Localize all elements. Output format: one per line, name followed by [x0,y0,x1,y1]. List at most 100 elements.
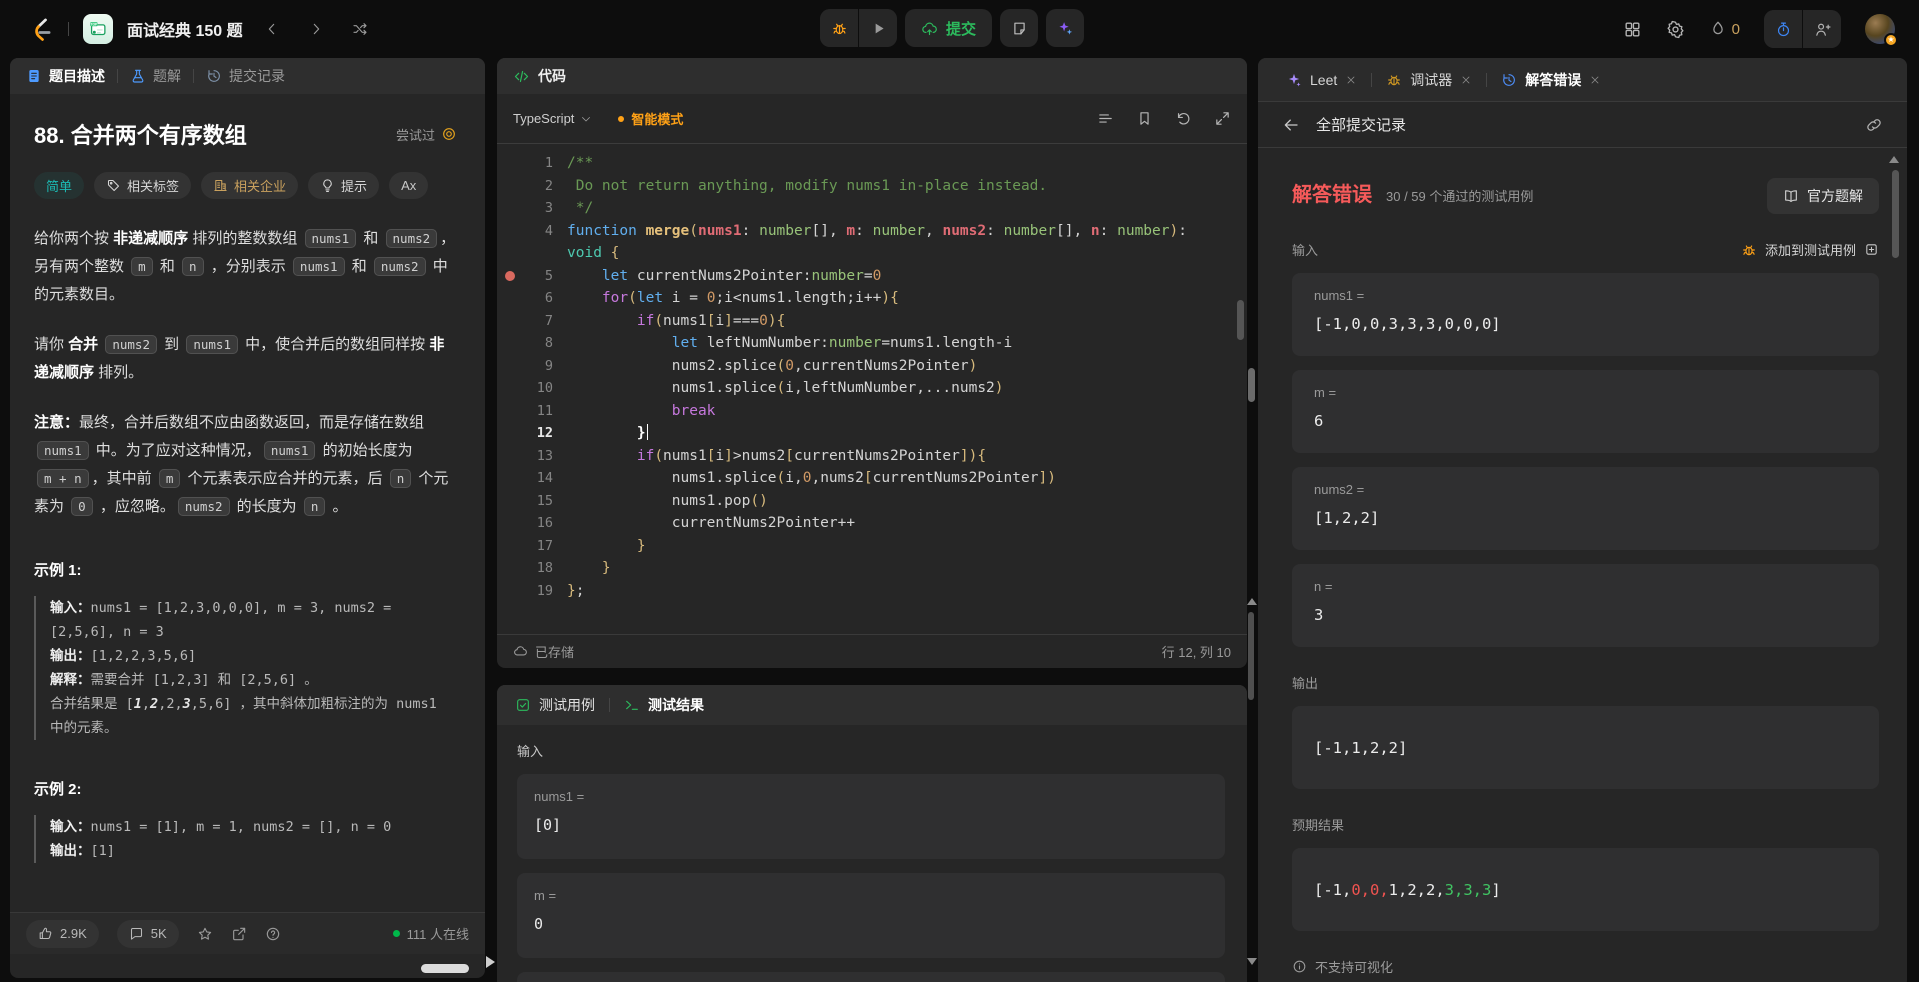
square-plus-icon[interactable] [1864,242,1879,257]
breakpoint-gutter[interactable] [497,220,523,265]
badge-hints[interactable]: 提示 [308,172,379,199]
fullscreen-icon[interactable] [1214,110,1231,127]
tab-solutions[interactable]: 题解 [130,66,181,86]
tab-description[interactable]: 题目描述 [26,66,105,86]
tab-wrong-answer[interactable]: 解答错误 [1501,70,1601,90]
prev-question-button[interactable] [257,14,287,44]
debug-button[interactable] [820,9,858,47]
panel-expand-arrow[interactable] [486,956,495,968]
study-plan-title[interactable]: 面试经典 150 题 [127,17,243,41]
code-line[interactable]: 4function merge(nums1: number[], m: numb… [497,220,1247,265]
close-icon[interactable] [1460,74,1472,86]
avatar[interactable]: ★ [1865,14,1895,44]
breakpoint-gutter[interactable] [497,400,523,423]
close-icon[interactable] [1589,74,1601,86]
help-icon[interactable] [265,926,281,942]
middle-scrollbar-thumb[interactable] [1248,612,1254,700]
breakpoint-gutter[interactable] [497,422,523,445]
breakpoint-gutter[interactable] [497,557,523,580]
input-value[interactable]: 0 [534,915,1208,933]
reset-code-icon[interactable] [1175,110,1192,127]
daily-streak[interactable]: 0 [1709,20,1740,38]
add-to-testcase[interactable]: 添加到测试用例 [1765,240,1856,259]
attempted-badge[interactable]: 尝试过 [396,125,457,144]
breakpoint-gutter[interactable] [497,355,523,378]
code-line[interactable]: 11 break [497,400,1247,423]
code-line[interactable]: 13 if(nums1[i]>nums2[currentNums2Pointer… [497,445,1247,468]
scroll-up-arrow[interactable] [1247,598,1257,605]
code-line[interactable]: 5 let currentNums2Pointer:number=0 [497,265,1247,288]
code-line[interactable]: 15 nums1.pop() [497,490,1247,513]
editor-scrollbar-thumb[interactable] [1237,300,1244,340]
breakpoint-gutter[interactable] [497,310,523,333]
breakpoint-gutter[interactable] [497,175,523,198]
layout-icon[interactable] [1623,20,1642,39]
test-input-card[interactable]: m =0 [517,873,1225,958]
test-input-card[interactable]: nums2 =[1,2,2] [517,972,1225,982]
comments-button[interactable]: 5K [117,920,179,948]
breakpoint-gutter[interactable] [497,377,523,400]
code-line[interactable]: 19}; [497,580,1247,603]
breakpoint-gutter[interactable] [497,490,523,513]
random-question-button[interactable] [345,14,375,44]
tab-debugger[interactable]: 调试器 [1386,70,1472,90]
favorite-star-icon[interactable] [197,926,213,942]
gear-icon[interactable] [1666,20,1685,39]
code-line[interactable]: 12 } [497,422,1247,445]
close-icon[interactable] [1345,74,1357,86]
breakpoint-gutter[interactable] [497,332,523,355]
breakpoint-gutter[interactable] [497,152,523,175]
breakpoint-gutter[interactable] [497,580,523,603]
badge-related-companies[interactable]: 相关企业 [201,172,298,199]
scroll-down-arrow[interactable] [1247,958,1257,965]
code-line[interactable]: 7 if(nums1[i]===0){ [497,310,1247,333]
horizontal-scrollbar-thumb[interactable] [421,964,469,973]
notes-button[interactable] [1000,9,1038,47]
scrollbar-up-arrow[interactable] [1889,156,1899,163]
code-line[interactable]: 16 currentNums2Pointer++ [497,512,1247,535]
breakpoint-gutter[interactable] [497,287,523,310]
code-line[interactable]: 8 let leftNumNumber:number=nums1.length-… [497,332,1247,355]
code-line[interactable]: 14 nums1.splice(i,0,nums2[currentNums2Po… [497,467,1247,490]
breakpoint-gutter[interactable] [497,512,523,535]
code-line[interactable]: 10 nums1.splice(i,leftNumNumber,...nums2… [497,377,1247,400]
like-button[interactable]: 2.9K [26,920,99,948]
test-input-card[interactable]: nums1 =[0] [517,774,1225,859]
code-line[interactable]: 9 nums2.splice(0,currentNums2Pointer) [497,355,1247,378]
cursor-position[interactable]: 行 12, 列 10 [1162,642,1231,661]
scrollbar-thumb[interactable] [1892,170,1899,258]
breakpoint-dot[interactable] [505,271,515,281]
invite-button[interactable] [1803,10,1841,48]
link-icon[interactable] [1865,116,1883,134]
submit-button[interactable]: 提交 [905,9,992,47]
timer-button[interactable] [1764,10,1802,48]
all-submissions-label[interactable]: 全部提交记录 [1316,114,1406,135]
breakpoint-gutter[interactable] [497,535,523,558]
breakpoint-gutter[interactable] [497,445,523,468]
share-icon[interactable] [231,926,247,942]
tab-leet-ai[interactable]: Leet [1286,72,1357,88]
bookmark-icon[interactable] [1136,110,1153,127]
tab-testcase[interactable]: 测试用例 [515,695,595,715]
study-plan-icon[interactable]: TOP [83,14,113,44]
leetcode-logo[interactable] [28,16,54,42]
tab-submissions[interactable]: 提交记录 [206,66,285,86]
breakpoint-gutter[interactable] [497,265,523,288]
badge-related-tags[interactable]: 相关标签 [94,172,191,199]
run-button[interactable] [859,9,897,47]
debug-case-icon[interactable] [1741,242,1757,258]
code-line[interactable]: 17 } [497,535,1247,558]
input-value[interactable]: [0] [534,816,1208,834]
language-select[interactable]: TypeScript [513,111,592,126]
badge-difficulty[interactable]: 简单 [34,172,84,199]
official-solution-button[interactable]: 官方题解 [1767,178,1879,214]
code-line[interactable]: 3 */ [497,197,1247,220]
badge-formula-toggle[interactable]: Ax [389,172,428,199]
tab-test-result[interactable]: 测试结果 [624,695,704,715]
back-arrow-icon[interactable] [1282,116,1300,134]
panel-splitter-handle[interactable] [1248,368,1255,402]
breakpoint-gutter[interactable] [497,467,523,490]
code-line[interactable]: 6 for(let i = 0;i<nums1.length;i++){ [497,287,1247,310]
code-line[interactable]: 1/** [497,152,1247,175]
format-code-icon[interactable] [1097,110,1114,127]
